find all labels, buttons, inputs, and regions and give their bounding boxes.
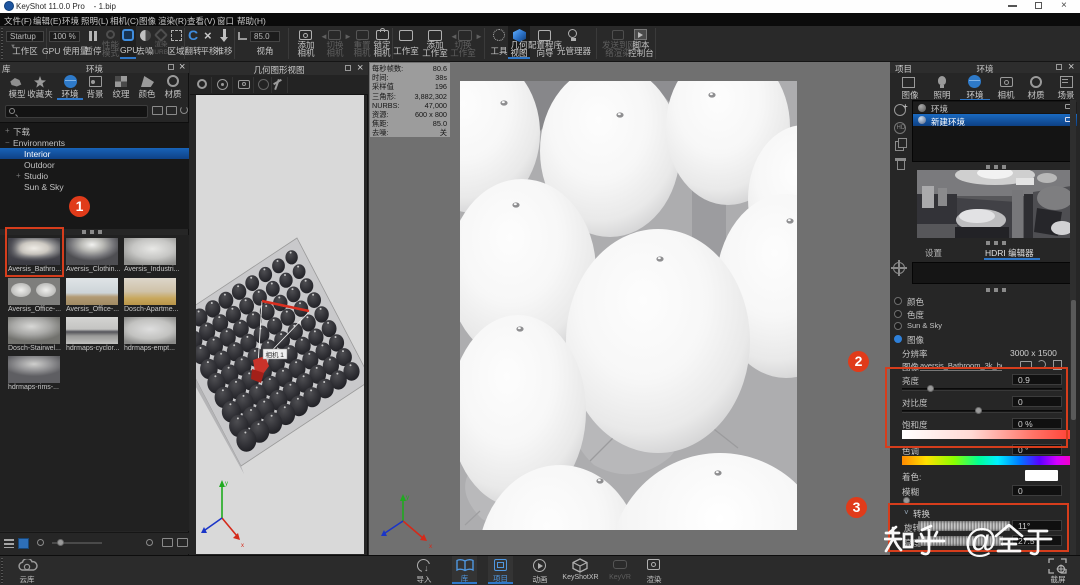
svg-text:x: x (429, 543, 433, 550)
svg-text:y: y (225, 481, 228, 487)
svg-text:相机 1: 相机 1 (266, 350, 285, 359)
svg-text:y: y (406, 494, 410, 501)
svg-text:@: @ (964, 524, 998, 558)
svg-text:x: x (241, 543, 244, 549)
